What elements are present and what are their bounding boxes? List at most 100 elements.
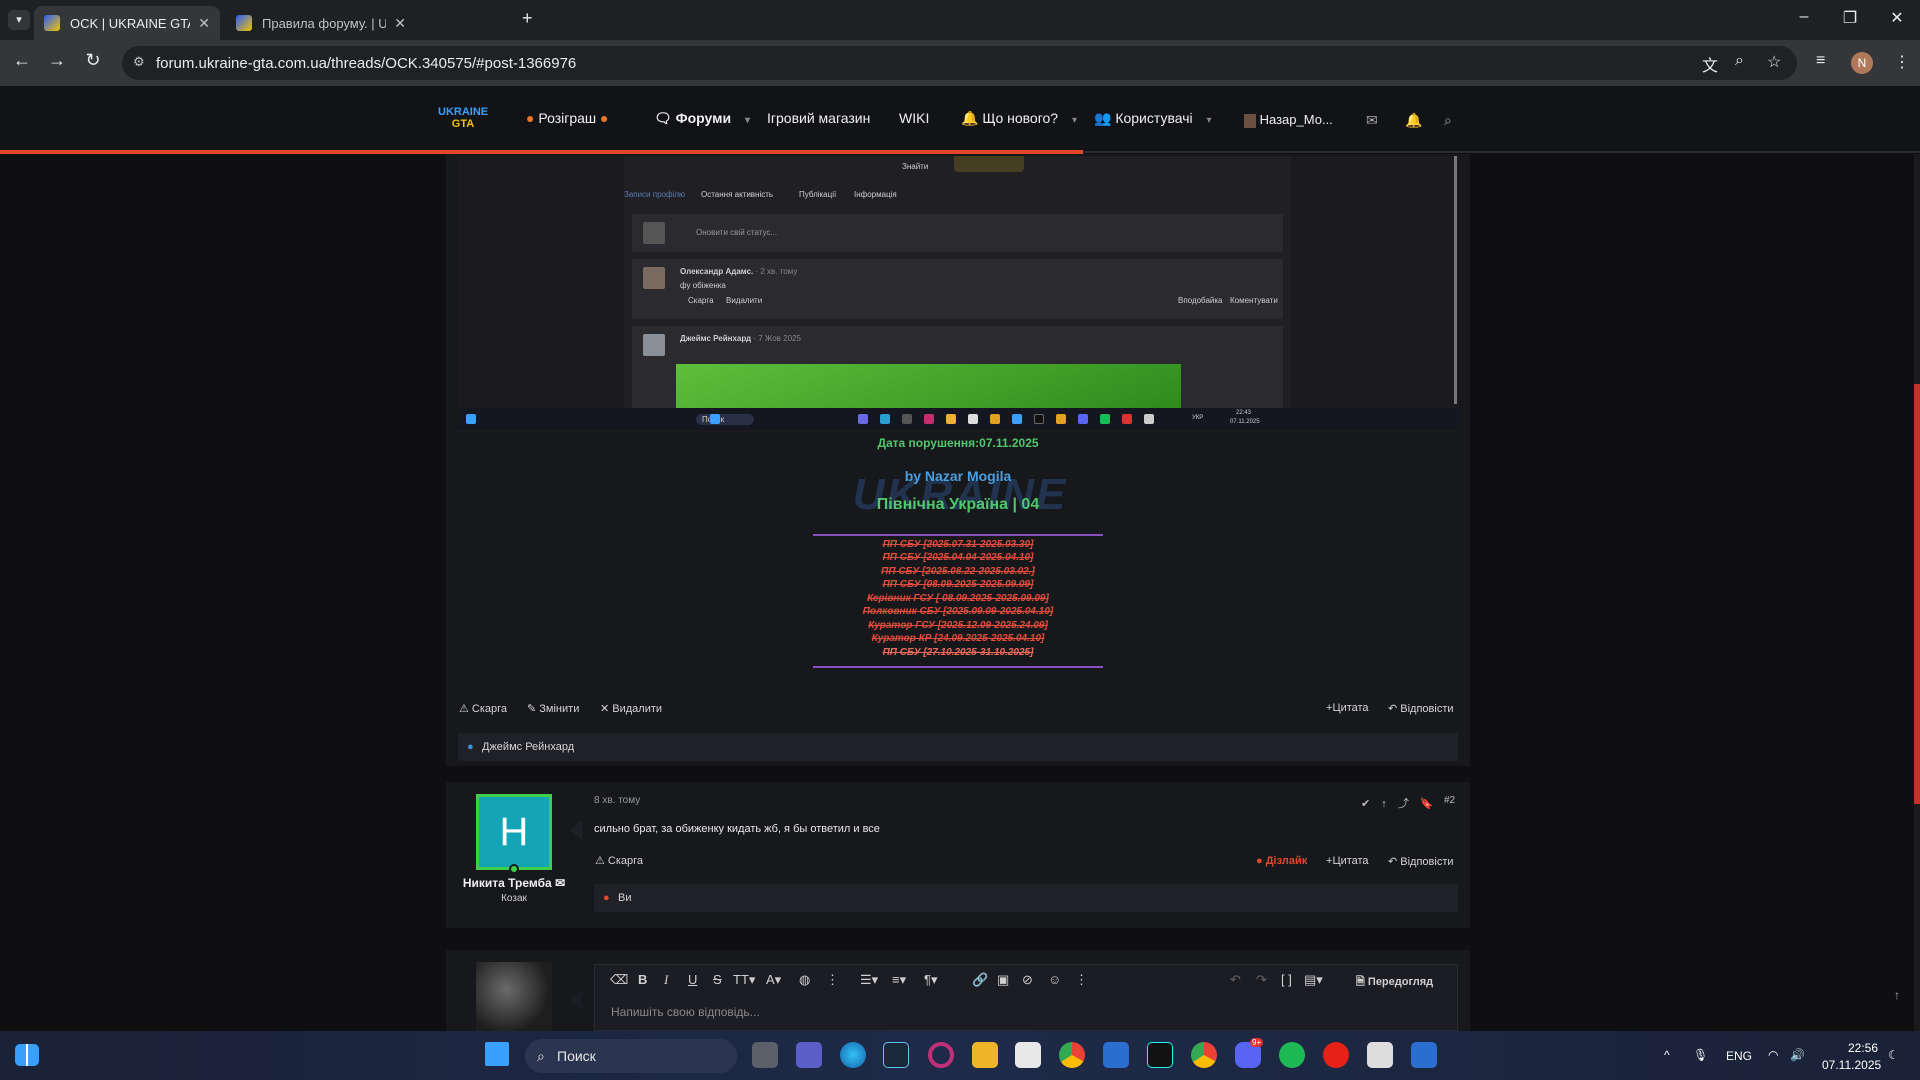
reply-textarea[interactable]: Напишіть свою відповідь...	[594, 995, 1458, 1031]
app-icon[interactable]	[1103, 1042, 1129, 1068]
wifi-icon[interactable]: ◠	[1768, 1048, 1778, 1062]
chrome-icon[interactable]	[1059, 1042, 1085, 1068]
close-window-icon[interactable]: ✕	[1877, 8, 1917, 28]
nav-giveaway[interactable]: ● Розіграш ●	[526, 110, 609, 126]
clock-date[interactable]: 07.11.2025	[1822, 1058, 1881, 1072]
text-color-icon[interactable]: A▾	[766, 972, 781, 988]
check-icon[interactable]: ✔	[1361, 798, 1370, 810]
underline-icon[interactable]: U	[688, 972, 697, 987]
file-explorer-icon[interactable]	[972, 1042, 998, 1068]
nav-whats-new[interactable]: 🔔 Що нового? ▾	[961, 110, 1077, 127]
reply-button[interactable]: ↶ Відповісти	[1388, 702, 1454, 715]
align-icon[interactable]: ≡▾	[892, 972, 906, 988]
forward-icon[interactable]: →	[44, 50, 70, 71]
store-icon[interactable]	[1015, 1042, 1041, 1068]
notifications-icon[interactable]: ☾	[1888, 1048, 1899, 1062]
restore-icon[interactable]: ❐	[1830, 8, 1870, 28]
nav-shop[interactable]: Ігровий магазин	[767, 110, 870, 126]
chevron-down-icon[interactable]: ▾	[745, 115, 750, 126]
translate-icon[interactable]: 文	[1702, 52, 1718, 76]
post-time[interactable]: 8 хв. тому	[594, 795, 640, 806]
microphone-icon[interactable]: 🎙	[1693, 1048, 1708, 1062]
site-logo[interactable]: UKRAINE GTA	[438, 106, 488, 134]
eraser-icon[interactable]: ⌫	[610, 972, 628, 988]
task-view-icon[interactable]	[752, 1042, 778, 1068]
edit-button[interactable]: ✎ Змінити	[527, 702, 579, 715]
minimize-icon[interactable]: –	[1784, 8, 1824, 26]
volume-icon[interactable]: 🔊	[1790, 1048, 1805, 1062]
close-tab-icon[interactable]: ✕	[394, 15, 406, 32]
opera-icon[interactable]	[928, 1042, 954, 1068]
steam-icon[interactable]	[883, 1042, 909, 1068]
redo-icon[interactable]: ↷	[1256, 972, 1267, 988]
quote-button[interactable]: +Цитата	[1326, 855, 1369, 867]
browser-menu-icon[interactable]: ⋮	[1894, 52, 1910, 72]
notepad-icon[interactable]	[1367, 1042, 1393, 1068]
post-1-reactions[interactable]: ● Джеймс Рейнхард	[458, 733, 1458, 761]
back-icon[interactable]: ←	[9, 50, 35, 71]
bookmark-star-icon[interactable]: ☆	[1767, 52, 1781, 72]
app-icon[interactable]	[1411, 1042, 1437, 1068]
tab-list-chevron-icon[interactable]: ▾	[8, 10, 30, 30]
paragraph-icon[interactable]: ¶▾	[924, 972, 938, 988]
address-bar[interactable]: ⚙ forum.ukraine-gta.com.ua/threads/OCK.3…	[122, 46, 1797, 80]
nav-wiki[interactable]: WIKI	[899, 110, 929, 126]
report-button[interactable]: ⚠ Скарга	[459, 702, 507, 715]
emoji-icon[interactable]: ☺	[1048, 972, 1061, 987]
quote-button[interactable]: +Цитата	[1326, 702, 1369, 714]
site-info-icon[interactable]: ⚙	[133, 54, 145, 70]
search-icon[interactable]: ⌕	[1444, 112, 1452, 129]
more-options-icon[interactable]: ⋮	[1075, 972, 1088, 988]
zoom-icon[interactable]: ⌕	[1735, 52, 1744, 70]
chrome-profile-icon[interactable]	[1191, 1042, 1217, 1068]
preview-button[interactable]: 🗎 Передогляд	[1356, 973, 1433, 992]
link-icon[interactable]: 🔗	[972, 972, 988, 988]
current-user-avatar[interactable]	[476, 962, 552, 1031]
nav-user-account[interactable]: Назар_Мо...	[1244, 112, 1333, 128]
drafts-icon[interactable]: ▤▾	[1304, 972, 1323, 988]
scrollbar-thumb[interactable]	[1914, 384, 1920, 804]
reply-button[interactable]: ↶ Відповісти	[1388, 855, 1454, 868]
language-indicator[interactable]: ENG	[1726, 1049, 1752, 1063]
chevron-down-icon[interactable]: ▾	[1072, 115, 1077, 126]
media-control-icon[interactable]: ≡	[1816, 52, 1825, 70]
meet-icon[interactable]	[796, 1042, 822, 1068]
envelope-icon[interactable]: ✉	[1366, 112, 1378, 129]
arrow-up-icon[interactable]: ↑	[1381, 798, 1387, 810]
embedded-screenshot[interactable]: Знайти Записи профілю Остання активність…	[458, 156, 1458, 432]
undo-icon[interactable]: ↶	[1230, 972, 1241, 988]
tiktok-icon[interactable]	[1147, 1042, 1173, 1068]
dislike-button[interactable]: ● Дізлайк	[1256, 855, 1307, 867]
bold-icon[interactable]: B	[638, 972, 647, 987]
tab-active[interactable]: OCK | UKRAINE GTA - Ігровий ф ✕	[34, 6, 220, 40]
windows-start-icon[interactable]	[485, 1042, 509, 1066]
user-avatar[interactable]: H	[476, 794, 552, 870]
post-2-reactions[interactable]: ● Ви	[594, 884, 1458, 912]
notifications-bell-icon[interactable]: 🔔	[1405, 112, 1422, 129]
code-icon[interactable]: [ ]	[1281, 972, 1292, 987]
tray-chevron-icon[interactable]: ^	[1664, 1048, 1670, 1062]
share-icon[interactable]: ⤴	[1398, 798, 1409, 810]
image-icon[interactable]: ▣	[997, 972, 1009, 988]
youtube-icon[interactable]	[1323, 1042, 1349, 1068]
hide-icon[interactable]: ⊘	[1022, 972, 1033, 988]
tab-inactive[interactable]: Правила форуму. | UKRAINE G ✕	[226, 6, 416, 40]
palette-icon[interactable]: ◍	[799, 972, 810, 988]
bookmark-icon[interactable]: 🔖	[1420, 798, 1434, 810]
strikethrough-icon[interactable]: S	[713, 972, 722, 987]
delete-button[interactable]: ✕ Видалити	[600, 702, 662, 715]
widgets-icon[interactable]	[15, 1044, 39, 1066]
taskbar-search[interactable]: ⌕ Поиск	[525, 1039, 737, 1073]
text-size-icon[interactable]: TT▾	[733, 972, 755, 988]
post-number[interactable]: #2	[1444, 795, 1455, 806]
page-scrollbar[interactable]	[1914, 154, 1920, 1031]
list-icon[interactable]: ☰▾	[860, 972, 878, 988]
report-button[interactable]: ⚠ Скарга	[595, 854, 643, 867]
more-options-icon[interactable]: ⋮	[826, 972, 839, 988]
nav-users[interactable]: 👥 Користувачі ▾	[1094, 110, 1212, 127]
chevron-down-icon[interactable]: ▾	[1207, 115, 1212, 126]
close-tab-icon[interactable]: ✕	[198, 15, 210, 32]
italic-icon[interactable]: I	[664, 972, 668, 988]
clock-time[interactable]: 22:56	[1848, 1041, 1878, 1055]
post-author[interactable]: Никита Тремба ✉	[456, 876, 572, 890]
